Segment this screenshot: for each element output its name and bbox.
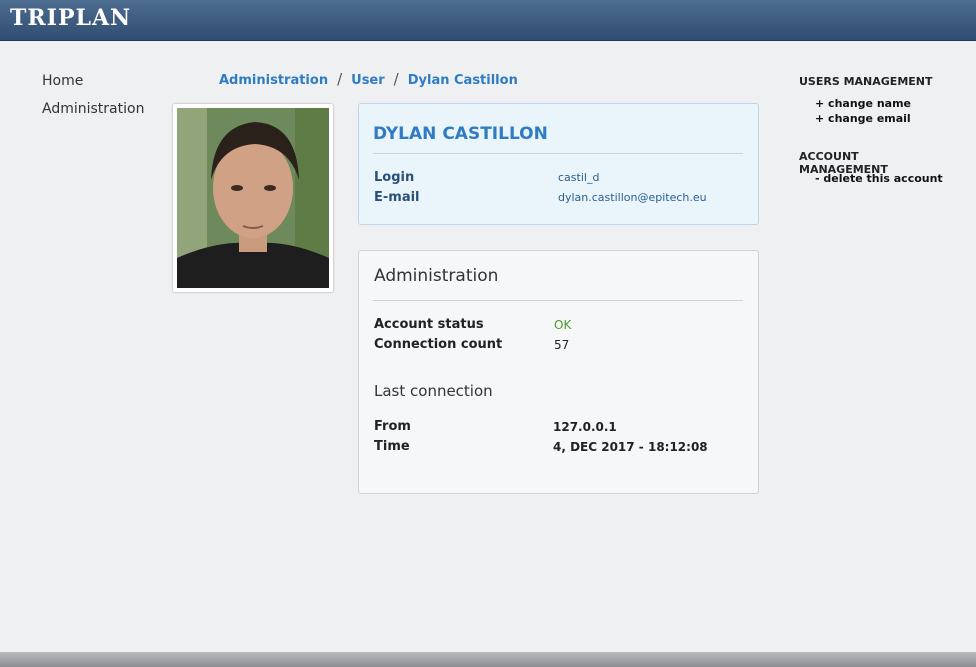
- email-label: E-mail: [374, 190, 420, 205]
- administration-card: Administration Account status OK Connect…: [358, 250, 759, 494]
- breadcrumb-administration[interactable]: Administration: [219, 73, 328, 88]
- top-header-bar: TRIPLAN: [0, 0, 976, 41]
- administration-heading: Administration: [374, 266, 499, 286]
- last-connection-heading: Last connection: [374, 382, 493, 400]
- profile-photo: [177, 108, 329, 288]
- breadcrumb-separator: /: [393, 70, 399, 88]
- breadcrumb: Administration / User / Dylan Castillon: [219, 70, 518, 88]
- login-label: Login: [374, 170, 415, 185]
- user-info-card: DYLAN CASTILLON Login castil_d E-mail dy…: [358, 103, 759, 225]
- app-logo[interactable]: TRIPLAN: [10, 5, 131, 31]
- from-value: 127.0.0.1: [553, 420, 617, 434]
- person-portrait-icon: [177, 108, 329, 288]
- time-value: 4, DEC 2017 - 18:12:08: [553, 440, 708, 454]
- left-nav: Home Administration: [42, 73, 144, 129]
- breadcrumb-user[interactable]: User: [351, 73, 385, 88]
- breadcrumb-current-user[interactable]: Dylan Castillon: [408, 73, 518, 88]
- nav-home-link[interactable]: Home: [42, 73, 144, 89]
- nav-administration-link[interactable]: Administration: [42, 101, 144, 117]
- divider: [373, 153, 743, 154]
- change-email-link[interactable]: + change email: [815, 112, 911, 125]
- time-label: Time: [374, 439, 410, 454]
- connection-count-label: Connection count: [374, 337, 503, 352]
- change-name-link[interactable]: + change name: [815, 97, 911, 110]
- user-name-heading: DYLAN CASTILLON: [373, 124, 548, 144]
- breadcrumb-separator: /: [337, 70, 343, 88]
- account-status-value: OK: [554, 318, 572, 332]
- account-status-label: Account status: [374, 317, 484, 332]
- divider: [373, 300, 743, 301]
- bottom-bar: [0, 652, 976, 667]
- email-value: dylan.castillon@epitech.eu: [558, 191, 707, 204]
- login-value: castil_d: [558, 171, 600, 184]
- delete-account-link[interactable]: - delete this account: [815, 172, 943, 185]
- profile-photo-frame: [173, 104, 333, 292]
- from-label: From: [374, 419, 411, 434]
- connection-count-value: 57: [554, 338, 570, 352]
- users-management-heading: USERS MANAGEMENT: [799, 75, 933, 88]
